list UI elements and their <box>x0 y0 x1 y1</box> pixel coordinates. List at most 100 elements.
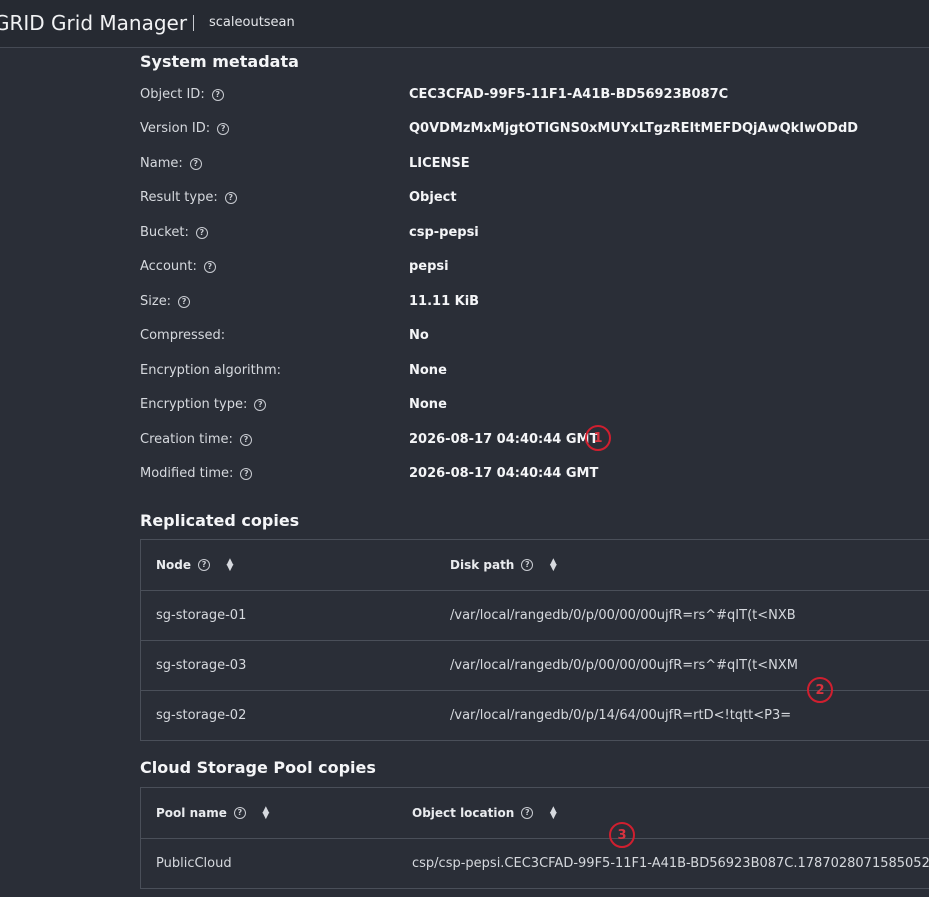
metadata-row: Account:? pepsi <box>140 259 900 279</box>
metadata-value: None <box>409 397 447 412</box>
metadata-row: Encryption type:? None <box>140 397 900 417</box>
metadata-row: Modified time:? 2026-08-17 04:40:44 GMT <box>140 466 900 486</box>
table-row: sg-storage-01/var/local/rangedb/0/p/00/0… <box>141 591 929 641</box>
help-icon[interactable]: ? <box>195 226 208 239</box>
table-row: PublicCloud csp/csp-pepsi.CEC3CFAD-99F5-1… <box>141 839 929 888</box>
metadata-label: Object ID:? <box>140 87 224 102</box>
table-header: Pool name ? ▲ ▼ Object location ? ▲ ▼ <box>141 788 929 839</box>
metadata-label-text: Encryption type: <box>140 397 248 412</box>
metadata-label: Compressed: <box>140 328 225 343</box>
help-icon[interactable]: ? <box>240 467 253 480</box>
sort-icon[interactable]: ▲ ▼ <box>262 806 270 821</box>
replicated-copies-title: Replicated copies <box>140 511 300 530</box>
metadata-label: Size:? <box>140 294 191 309</box>
metadata-label: Name:? <box>140 156 202 171</box>
help-icon[interactable]: ? <box>178 295 191 308</box>
table-cell: csp/csp-pepsi.CEC3CFAD-99F5-11F1-A41B-BD… <box>412 856 929 871</box>
metadata-row: Name:? LICENSE <box>140 156 900 176</box>
metadata-label-text: Version ID: <box>140 121 211 136</box>
table-body: sg-storage-01/var/local/rangedb/0/p/00/0… <box>141 591 929 740</box>
table-header: Node ? ▲ ▼ Disk path ? ▲ ▼ <box>141 540 929 591</box>
metadata-label: Account:? <box>140 259 216 274</box>
metadata-value: csp-pepsi <box>409 225 479 240</box>
annotation-marker-2: 2 <box>807 677 833 703</box>
help-icon[interactable]: ? <box>521 559 534 571</box>
cloud-pool-copies-table: Pool name ? ▲ ▼ Object location ? ▲ ▼ Publ… <box>140 787 929 889</box>
metadata-row: Size:? 11.11 KiB <box>140 294 900 314</box>
metadata-value: pepsi <box>409 259 449 274</box>
help-icon[interactable]: ? <box>189 157 202 170</box>
app-title[interactable]: GRID Grid Manager <box>0 11 187 35</box>
metadata-label: Encryption algorithm: <box>140 363 281 378</box>
annotation-marker-3: 3 <box>609 822 635 848</box>
metadata-value: 2026-08-17 04:40:44 GMT <box>409 432 599 447</box>
metadata-row: Bucket:? csp-pepsi <box>140 225 900 245</box>
metadata-label: Encryption type:? <box>140 397 267 412</box>
tenant-name[interactable]: scaleoutsean <box>209 15 295 30</box>
metadata-row: Version ID:? Q0VDMzMxMjgtOTlGNS0xMUYxLTgz… <box>140 121 900 141</box>
metadata-label-text: Compressed: <box>140 328 226 343</box>
annotation-marker-1: 1 <box>585 425 611 451</box>
metadata-value: LICENSE <box>409 156 470 171</box>
column-header-pool-name[interactable]: Pool name ? ▲ ▼ <box>156 788 270 838</box>
metadata-value: None <box>409 363 447 378</box>
column-header-object-location[interactable]: Object location ? ▲ ▼ <box>412 788 557 838</box>
table-cell: /var/local/rangedb/0/p/14/64/00ujfR=rtD<… <box>450 708 792 723</box>
metadata-label: Modified time:? <box>140 466 253 481</box>
metadata-label: Result type:? <box>140 190 237 205</box>
metadata-row: Compressed: No <box>140 328 900 348</box>
system-metadata-title: System metadata <box>140 52 299 71</box>
metadata-row: Encryption algorithm: None <box>140 363 900 383</box>
help-icon[interactable]: ? <box>198 559 211 571</box>
column-header-label: Disk path <box>450 558 515 572</box>
metadata-label-text: Object ID: <box>140 87 205 102</box>
metadata-row: Object ID:? CEC3CFAD-99F5-11F1-A41B-BD569… <box>140 87 900 107</box>
column-header-label: Pool name <box>156 806 227 820</box>
column-header-label: Node <box>156 558 192 572</box>
sort-icon[interactable]: ▲ ▼ <box>549 806 557 821</box>
metadata-label-text: Account: <box>140 259 197 274</box>
metadata-label: Bucket:? <box>140 225 208 240</box>
table-cell: /var/local/rangedb/0/p/00/00/00ujfR=rs^#… <box>450 658 798 673</box>
metadata-value: 2026-08-17 04:40:44 GMT <box>409 466 599 481</box>
replicated-copies-table: Node ? ▲ ▼ Disk path ? ▲ ▼ sg-storage-01/v… <box>140 539 929 741</box>
help-icon[interactable]: ? <box>254 398 267 411</box>
help-icon[interactable]: ? <box>217 122 230 135</box>
help-icon[interactable]: ? <box>203 260 216 273</box>
sort-icon[interactable]: ▲ ▼ <box>549 558 557 573</box>
metadata-row: Creation time:? 2026-08-17 04:40:44 GMT <box>140 432 900 452</box>
metadata-value: Q0VDMzMxMjgtOTlGNS0xMUYxLTgzREItMEFDQjAw… <box>409 121 859 136</box>
metadata-label-text: Creation time: <box>140 432 233 447</box>
table-cell: sg-storage-03 <box>156 658 247 673</box>
metadata-label-text: Encryption algorithm: <box>140 363 282 378</box>
help-icon[interactable]: ? <box>233 807 246 819</box>
metadata-row: Result type:? Object <box>140 190 900 210</box>
metadata-label-text: Bucket: <box>140 225 189 240</box>
app-header: GRID Grid Manager scaleoutsean <box>0 0 929 48</box>
header-divider <box>193 15 194 31</box>
metadata-value: Object <box>409 190 457 205</box>
metadata-label-text: Modified time: <box>140 466 234 481</box>
table-body: PublicCloud csp/csp-pepsi.CEC3CFAD-99F5-1… <box>141 839 929 888</box>
table-cell: sg-storage-01 <box>156 608 247 623</box>
column-header-disk-path[interactable]: Disk path ? ▲ ▼ <box>450 540 557 590</box>
object-metadata-page: GRID Grid Manager scaleoutsean System me… <box>0 0 929 897</box>
sort-icon[interactable]: ▲ ▼ <box>226 558 234 573</box>
help-icon[interactable]: ? <box>239 433 252 446</box>
metadata-label-text: Name: <box>140 156 183 171</box>
metadata-label: Creation time:? <box>140 432 252 447</box>
column-header-label: Object location <box>412 806 515 820</box>
metadata-value: No <box>409 328 429 343</box>
metadata-label: Version ID:? <box>140 121 230 136</box>
help-icon[interactable]: ? <box>224 191 237 204</box>
column-header-node[interactable]: Node ? ▲ ▼ <box>156 540 234 590</box>
metadata-label-text: Size: <box>140 294 172 309</box>
table-cell: sg-storage-02 <box>156 708 247 723</box>
table-cell: PublicCloud <box>156 856 232 871</box>
cloud-pool-copies-title: Cloud Storage Pool copies <box>140 758 376 777</box>
help-icon[interactable]: ? <box>521 807 534 819</box>
metadata-value: 11.11 KiB <box>409 294 480 309</box>
metadata-value: CEC3CFAD-99F5-11F1-A41B-BD56923B087C <box>409 87 729 102</box>
help-icon[interactable]: ? <box>211 88 224 101</box>
metadata-label-text: Result type: <box>140 190 218 205</box>
